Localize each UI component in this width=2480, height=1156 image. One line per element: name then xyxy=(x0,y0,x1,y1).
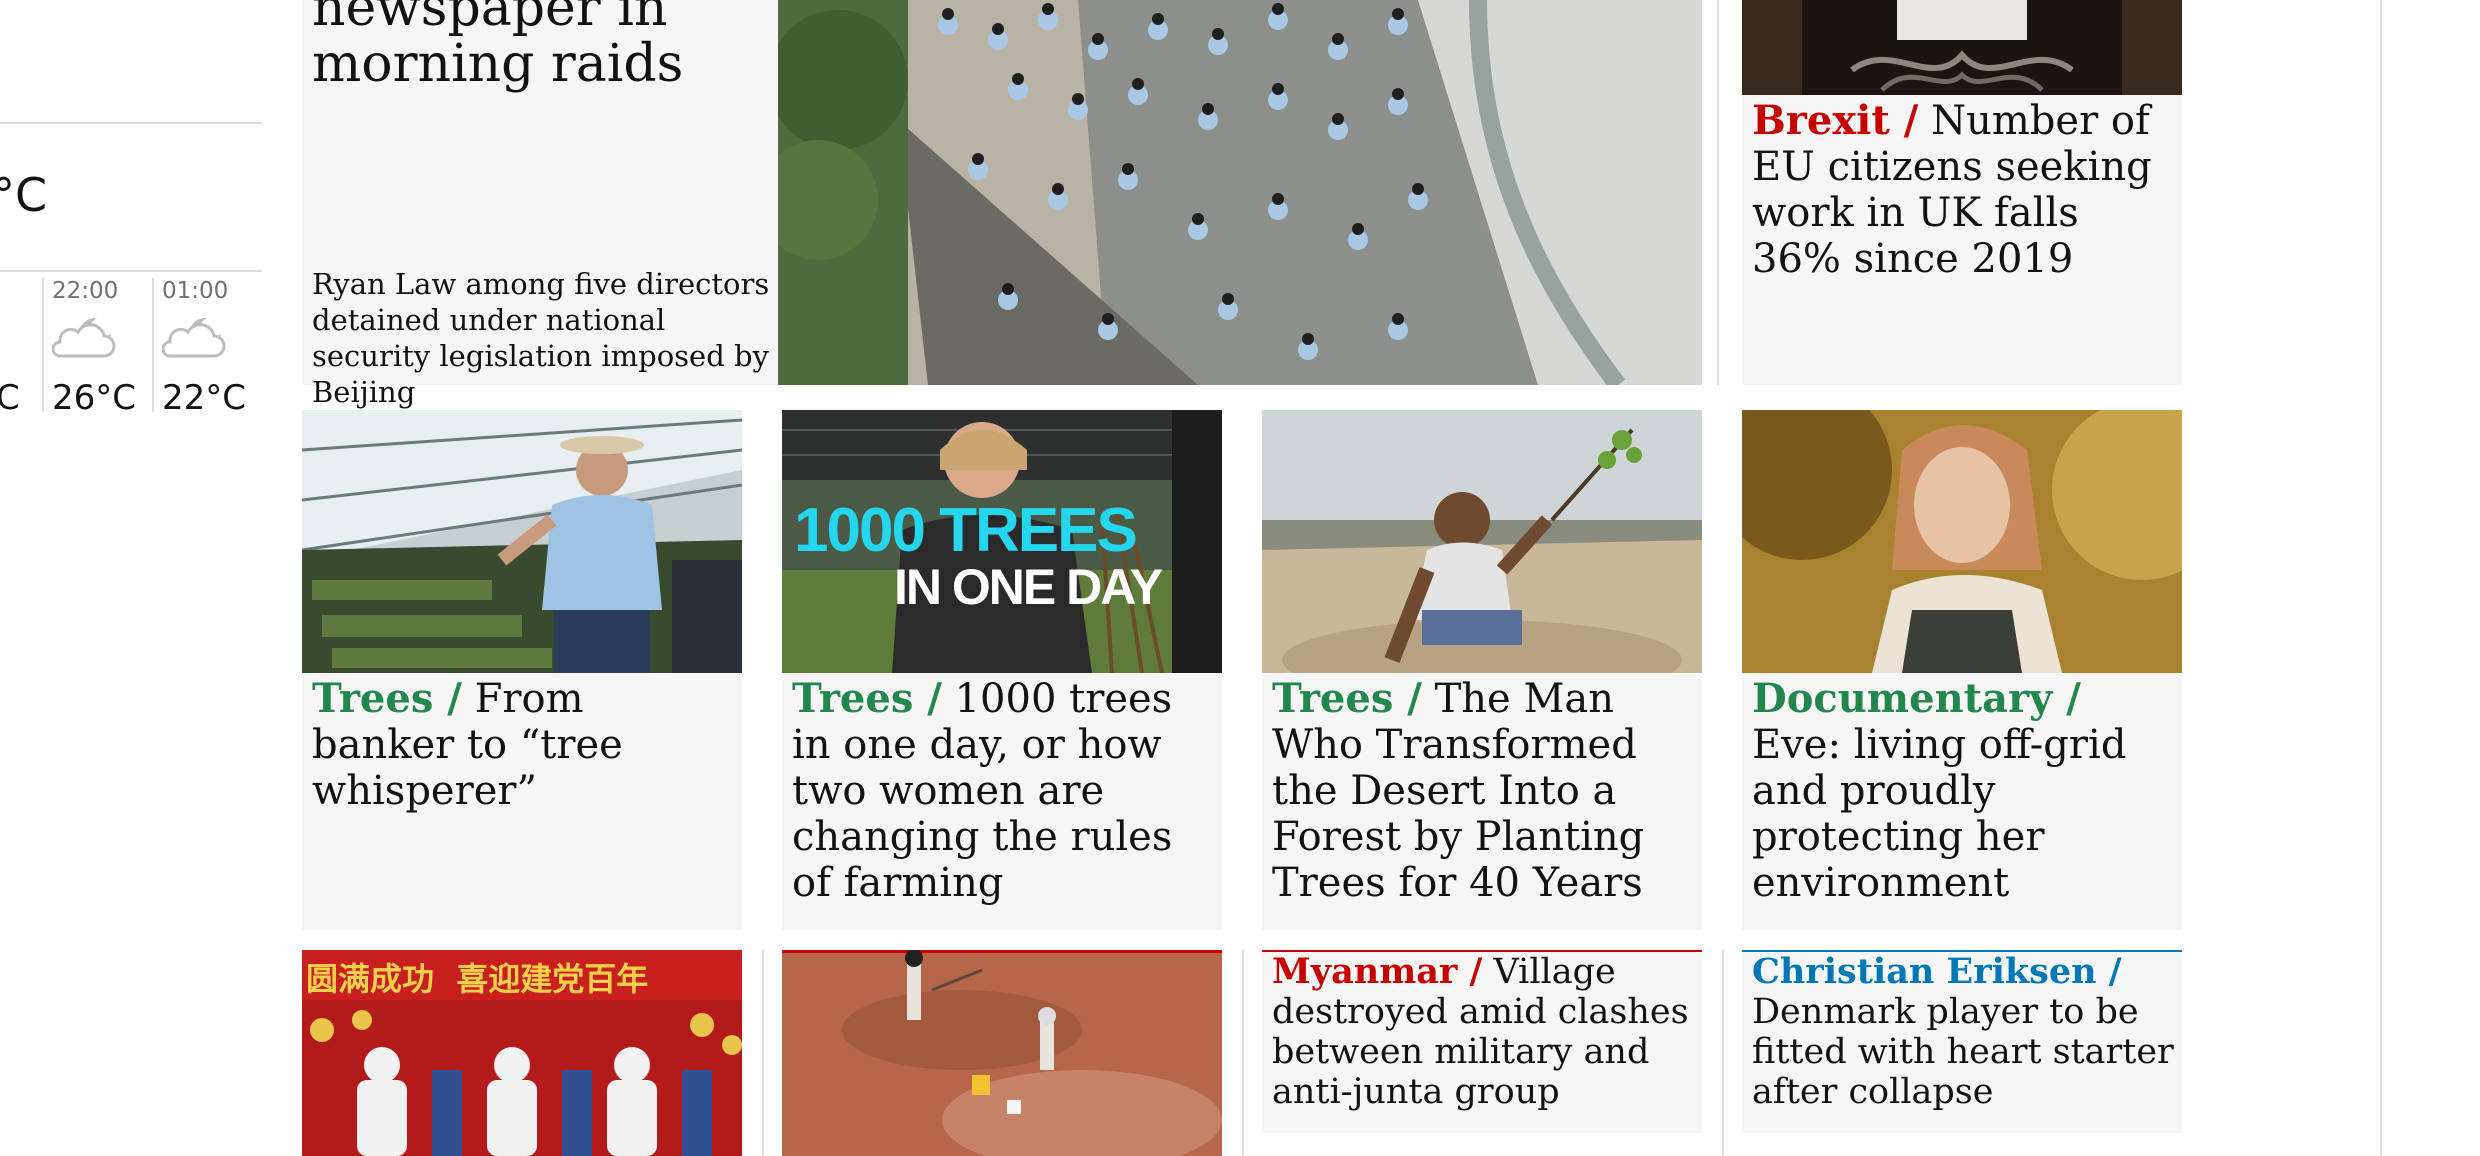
lead-standfirst: Ryan Law among five directors detained u… xyxy=(312,267,770,409)
section-kicker: Trees / xyxy=(1272,675,1422,722)
headline-text: Denmark player to be fitted with heart s… xyxy=(1752,992,2174,1112)
section-kicker: Trees / xyxy=(792,675,942,722)
section-kicker: Christian Eriksen / xyxy=(1752,951,2122,992)
headline-text: Eve: living off-grid and proudly protect… xyxy=(1752,722,2127,906)
astronauts-waving-photo[interactable]: 圆满成功 喜迎建党百年 xyxy=(302,950,742,1156)
overlay-line-2: IN ONE DAY xyxy=(894,559,1163,615)
video-title-overlay: IN ONE DAY xyxy=(894,559,1163,615)
story-headline[interactable]: Documentary / Eve: living off-grid and p… xyxy=(1752,675,2177,907)
story-headline[interactable]: Trees / From banker to “tree whisperer” xyxy=(312,675,737,815)
story-headline[interactable]: Trees / The Man Who Transformed the Dese… xyxy=(1272,675,1697,907)
weather-divider xyxy=(0,122,262,124)
man-planting-sapling-photo[interactable] xyxy=(1262,410,1702,673)
forecast-column-divider xyxy=(42,278,44,412)
section-kicker: Trees / xyxy=(312,675,462,722)
man-in-greenhouse-photo[interactable] xyxy=(302,410,742,673)
story-headline[interactable]: Christian Eriksen / Denmark player to be… xyxy=(1752,951,2177,1113)
lead-headline[interactable]: newspaper in morning raids xyxy=(312,0,752,92)
column-divider xyxy=(762,950,764,1156)
ornate-sign-photo[interactable] xyxy=(1742,0,2182,95)
partly-sunny-icon xyxy=(0,318,6,364)
forecast-time: 22:00 xyxy=(52,278,119,304)
page-right-divider xyxy=(2380,0,2382,1156)
weather-divider xyxy=(0,270,262,272)
section-kicker: Myanmar / xyxy=(1272,951,1483,992)
overlay-line-1: 1000 TREES xyxy=(794,496,1138,565)
forecast-temp: 26°C xyxy=(52,378,137,418)
video-title-overlay: 1000 TREES xyxy=(794,500,1138,562)
forecast-temp: 22°C xyxy=(162,378,247,418)
section-kicker: Brexit / xyxy=(1752,97,1919,144)
column-divider xyxy=(1242,950,1244,1156)
story-headline[interactable]: Trees / 1000 trees in one day, or how tw… xyxy=(792,675,1217,907)
police-officers-crowd-photo[interactable] xyxy=(778,0,1702,385)
section-kicker: Documentary / xyxy=(1752,675,2081,722)
desert-excavation-photo[interactable] xyxy=(782,950,1222,1156)
column-divider xyxy=(1722,950,1724,1156)
current-temperature: °C xyxy=(0,168,48,222)
cloudy-night-icon xyxy=(52,317,116,358)
forecast-temp: C xyxy=(0,378,20,418)
forecast-time: 01:00 xyxy=(162,278,229,304)
story-headline[interactable]: Myanmar / Village destroyed amid clashes… xyxy=(1272,951,1697,1113)
column-divider xyxy=(1717,0,1719,385)
brexit-headline[interactable]: Brexit / Number of EU citizens seeking w… xyxy=(1752,97,2172,283)
banner-text: 圆满成功 喜迎建党百年 xyxy=(306,960,649,998)
woman-with-saplings-photo[interactable]: 1000 TREES IN ONE DAY xyxy=(782,410,1222,673)
girl-in-overalls-photo[interactable] xyxy=(1742,410,2182,673)
forecast-column-divider xyxy=(152,278,154,412)
cloudy-night-icon xyxy=(162,317,226,358)
